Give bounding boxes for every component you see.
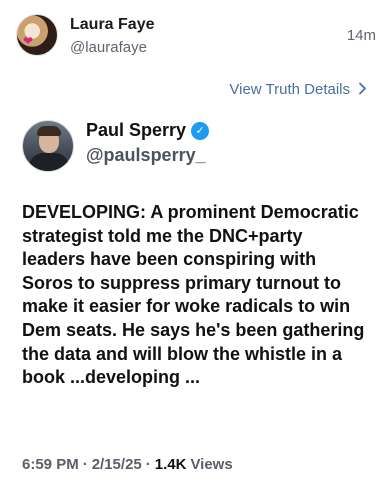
quoted-name-row: Paul Sperry ✓ <box>86 120 210 141</box>
view-truth-details-label: View Truth Details <box>229 81 350 98</box>
meta-separator: · <box>82 456 88 473</box>
heart-icon: ❤ <box>23 34 34 48</box>
quoted-post-header: Paul Sperry ✓ @paulsperry_ <box>16 116 376 176</box>
view-truth-details-link[interactable]: View Truth Details <box>229 81 367 98</box>
post-meta-row: 6:59 PM · 2/15/25 · 1.4K Views <box>22 456 233 473</box>
paul-sperry-avatar[interactable] <box>22 120 74 172</box>
avatar-suit-shape <box>29 153 69 171</box>
verified-badge-icon: ✓ <box>191 121 210 140</box>
views-count: 1.4K <box>154 456 187 473</box>
quoted-post-text: DEVELOPING: A prominent Democratic strat… <box>22 202 365 388</box>
views-label: Views <box>190 456 233 473</box>
quoted-handle[interactable]: @paulsperry_ <box>86 145 206 166</box>
post-date: 2/15/25 <box>91 456 142 473</box>
chevron-right-icon <box>359 82 366 95</box>
outer-handle[interactable]: @laurafaye <box>70 39 147 56</box>
quoted-display-name[interactable]: Paul Sperry <box>86 120 186 141</box>
avatar-hair-shape <box>37 126 61 136</box>
meta-separator: · <box>145 456 151 473</box>
outer-display-name[interactable]: Laura Faye <box>70 16 154 34</box>
post-time: 6:59 PM <box>22 456 79 473</box>
outer-post-header: ❤ Laura Faye @laurafaye 14m <box>16 14 376 62</box>
outer-timestamp: 14m <box>346 27 376 44</box>
laura-faye-avatar[interactable]: ❤ <box>16 14 58 56</box>
